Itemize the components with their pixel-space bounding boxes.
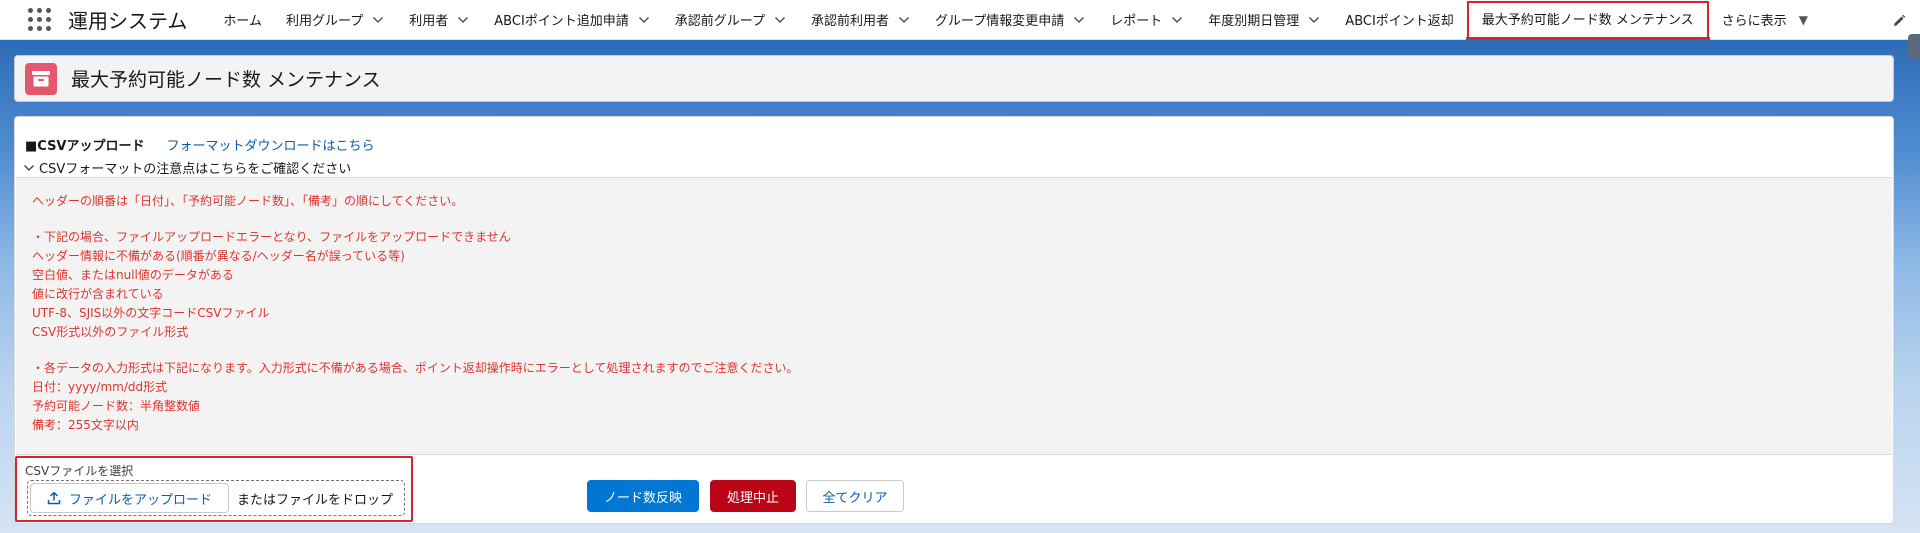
notice-line: 空白値、またはnull値のデータがある (32, 268, 234, 282)
notice-line: UTF-8、SJIS以外の文字コードCSVファイル (32, 306, 270, 320)
notice-toggle-label: CSVフォーマットの注意点はこちらをご確認ください (39, 162, 352, 177)
file-selector: CSVファイルを選択 ファイルをアップロード またはファイルをドロップ (15, 456, 413, 522)
nav-tab-2[interactable]: 利用グループ (274, 0, 397, 40)
nav-tab-11[interactable]: 最大予約可能ノード数 メンテナンス (1465, 0, 1710, 40)
file-selector-label: CSVファイルを選択 (25, 464, 134, 478)
nav-tab-6[interactable]: 承認前利用者 (799, 0, 923, 40)
nav-tab-label: 承認前利用者 (811, 14, 890, 29)
notice-line: 値に改行が含まれている (32, 287, 164, 301)
chevron-down-icon (24, 164, 34, 171)
archive-icon (25, 62, 57, 95)
nav-tab-label: ABCIポイント追加申請 (494, 14, 629, 29)
app-name: 運用システム (68, 9, 188, 33)
caret-down-icon: ▼ (1798, 12, 1808, 27)
csv-section-header: ■CSVアップロード フォーマットダウンロードはこちら (25, 135, 375, 154)
chevron-down-icon[interactable] (1170, 13, 1184, 27)
notice-line: ヘッダー情報に不備がある(順番が異なる/ヘッダー名が誤っている等) (32, 249, 405, 263)
nav-tab-label: 承認前グループ (674, 14, 766, 29)
nav-tab-label: 利用者 (409, 14, 449, 29)
nav-tab-label: 最大予約可能ノード数 メンテナンス (1481, 12, 1694, 28)
nav-tab-label: レポート (1110, 14, 1163, 29)
chevron-down-icon[interactable] (773, 13, 787, 27)
nav-tab-label: ABCIポイント返却 (1345, 14, 1454, 29)
notice-line: ヘッダーの順番は「日付」、「予約可能ノード数」、「備考」の順にしてください。 (32, 194, 464, 208)
chevron-down-icon[interactable] (456, 13, 470, 27)
global-navigation: 運用システム ホーム 利用グループ 利用者 ABCIポイント追加申請 承認前グループ 承認… (0, 0, 1920, 40)
nav-tab-4[interactable]: ABCIポイント追加申請 (482, 0, 663, 40)
notice-toggle[interactable]: CSVフォーマットの注意点はこちらをご確認ください (23, 158, 351, 177)
file-dropzone[interactable]: ファイルをアップロード またはファイルをドロップ (27, 480, 405, 516)
nav-more[interactable]: さらに表示 ▼ (1710, 0, 1820, 40)
nav-tab-label: グループ情報変更申請 (935, 14, 1065, 29)
drop-hint: またはファイルをドロップ (237, 492, 394, 508)
nav-tab-bar: ホーム 利用グループ 利用者 ABCIポイント追加申請 承認前グループ 承認前利用者 グルー… (211, 0, 1710, 40)
notice-line (32, 211, 1892, 228)
apply-node-count-button[interactable]: ノード数反映 (587, 480, 699, 512)
nav-tab-10[interactable]: ABCIポイント返却 (1333, 0, 1466, 40)
notice-line (32, 342, 1892, 359)
utility-side-tab[interactable] (1908, 34, 1920, 60)
upload-file-button-label: ファイルをアップロード (69, 492, 213, 508)
upload-file-button[interactable]: ファイルをアップロード (30, 483, 230, 513)
csv-section-title: ■CSVアップロード (25, 139, 145, 154)
notice-line: 備考：255文字以内 (32, 418, 139, 432)
chevron-down-icon[interactable] (1072, 13, 1086, 27)
clear-all-button[interactable]: 全てクリア (806, 480, 904, 512)
csv-notice-box: ヘッダーの順番は「日付」、「予約可能ノード数」、「備考」の順にしてください。・下… (16, 177, 1892, 455)
chevron-down-icon[interactable] (897, 13, 911, 27)
format-download-link[interactable]: フォーマットダウンロードはこちら (167, 135, 375, 154)
nav-tab-8[interactable]: レポート (1098, 0, 1196, 40)
chevron-down-icon[interactable] (371, 13, 385, 27)
nav-tab-label: ホーム (223, 14, 263, 29)
page-title: 最大予約可能ノード数 メンテナンス (71, 69, 381, 91)
app-launcher-icon[interactable] (26, 6, 54, 34)
csv-upload-card: ■CSVアップロード フォーマットダウンロードはこちら CSVフォーマットの注意… (14, 116, 1894, 524)
chevron-down-icon[interactable] (637, 13, 651, 27)
nav-tab-5[interactable]: 承認前グループ (663, 0, 799, 40)
notice-line: ・各データの入力形式は下記になります。入力形式に不備がある場合、ポイント返却操作… (32, 361, 799, 375)
notice-line: CSV形式以外のファイル形式 (32, 325, 189, 339)
nav-more-label: さらに表示 (1721, 14, 1787, 29)
notice-line: 日付：yyyy/mm/dd形式 (32, 380, 168, 394)
notice-line: ・下記の場合、ファイルアップロードエラーとなり、ファイルをアップロードできません (32, 230, 511, 244)
nav-tab-9[interactable]: 年度別期日管理 (1196, 0, 1333, 40)
nav-tab-7[interactable]: グループ情報変更申請 (923, 0, 1098, 40)
upload-icon (47, 491, 61, 505)
nav-tab-label: 年度別期日管理 (1208, 14, 1300, 29)
chevron-down-icon[interactable] (1307, 13, 1321, 27)
notice-line: 予約可能ノード数：半角整数値 (32, 399, 201, 413)
edit-nav-icon[interactable] (1892, 13, 1906, 32)
page-header: 最大予約可能ノード数 メンテナンス (14, 55, 1894, 102)
nav-tab-1[interactable]: ホーム (211, 0, 274, 40)
abort-process-button[interactable]: 処理中止 (710, 480, 796, 512)
nav-tab-label: 利用グループ (286, 14, 364, 29)
nav-tab-3[interactable]: 利用者 (397, 0, 482, 40)
